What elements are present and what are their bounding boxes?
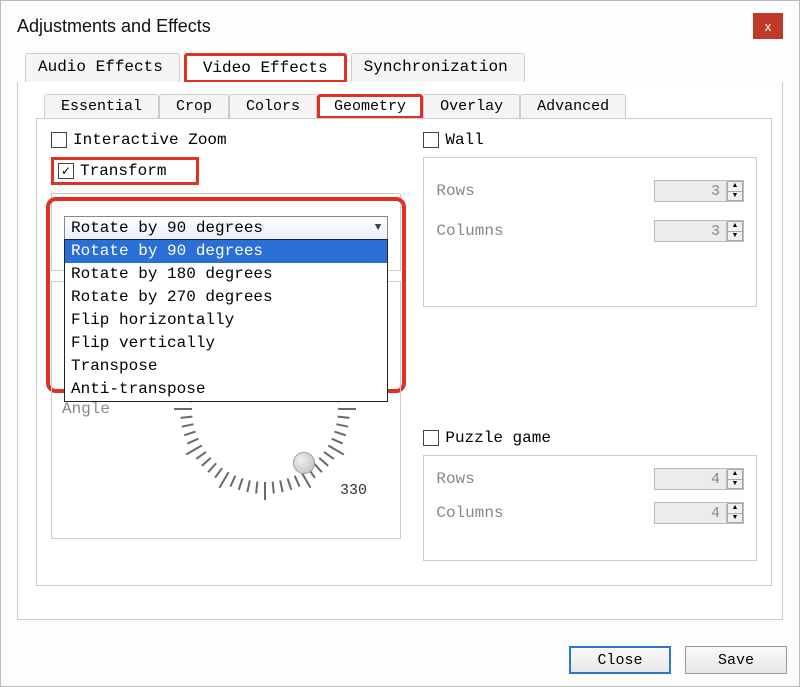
main-tabs: Audio Effects Video Effects Synchronizat… <box>25 53 783 83</box>
wall-cols-spinbox[interactable]: 3 ▲ ▼ <box>654 220 744 242</box>
wall-group: Rows 3 ▲ ▼ Columns <box>423 157 757 307</box>
wall-cols-value: 3 <box>655 222 727 241</box>
transform-option[interactable]: Rotate by 180 degrees <box>65 263 387 286</box>
dialog-header: Adjustments and Effects x <box>17 13 783 39</box>
angle-label: Angle <box>62 400 110 418</box>
geometry-left-column: Interactive Zoom Transform Rotate by 90 … <box>51 129 401 575</box>
wall-row: Wall <box>423 131 757 149</box>
close-button[interactable]: Close <box>569 646 671 674</box>
tab-synchronization[interactable]: Synchronization <box>351 53 525 83</box>
spin-up-icon[interactable]: ▲ <box>727 469 743 479</box>
transform-combo[interactable]: Rotate by 90 degrees ▼ Rotate by 90 degr… <box>64 216 388 240</box>
puzzle-section: Puzzle game Rows 4 ▲ ▼ <box>423 427 757 561</box>
puzzle-rows-spinbox[interactable]: 4 ▲ ▼ <box>654 468 744 490</box>
interactive-zoom-checkbox[interactable] <box>51 132 67 148</box>
geometry-right-column: Wall Rows 3 ▲ ▼ <box>423 129 757 575</box>
transform-option[interactable]: Flip horizontally <box>65 309 387 332</box>
puzzle-row: Puzzle game <box>423 429 757 447</box>
puzzle-cols-label: Columns <box>436 504 503 522</box>
transform-option[interactable]: Rotate by 90 degrees <box>65 240 387 263</box>
transform-option[interactable]: Flip vertically <box>65 332 387 355</box>
wall-checkbox[interactable] <box>423 132 439 148</box>
angle-dial-knob[interactable] <box>293 452 315 474</box>
transform-option[interactable]: Transpose <box>65 355 387 378</box>
puzzle-cols-value: 4 <box>655 504 727 523</box>
transform-combo-list: Rotate by 90 degrees Rotate by 180 degre… <box>64 239 388 402</box>
wall-label: Wall <box>445 131 483 149</box>
spacer <box>423 321 757 413</box>
wall-section: Wall Rows 3 ▲ ▼ <box>423 129 757 307</box>
tab-geometry[interactable]: Geometry <box>317 94 423 119</box>
angle-dial-value: 330 <box>340 482 367 499</box>
wall-cols-row: Columns 3 ▲ ▼ <box>436 220 744 242</box>
puzzle-rows-label: Rows <box>436 470 474 488</box>
wall-rows-label: Rows <box>436 182 474 200</box>
transform-combo-value: Rotate by 90 degrees <box>71 219 263 237</box>
puzzle-rows-row: Rows 4 ▲ ▼ <box>436 468 744 490</box>
chevron-down-icon: ▼ <box>375 222 382 234</box>
dialog-footer: Close Save <box>569 646 787 674</box>
puzzle-cols-spinbox[interactable]: 4 ▲ ▼ <box>654 502 744 524</box>
tab-video-effects[interactable]: Video Effects <box>184 53 347 83</box>
wall-cols-label: Columns <box>436 222 503 240</box>
save-button[interactable]: Save <box>685 646 787 674</box>
puzzle-cols-row: Columns 4 ▲ ▼ <box>436 502 744 524</box>
wall-rows-spinbox[interactable]: 3 ▲ ▼ <box>654 180 744 202</box>
spin-up-icon[interactable]: ▲ <box>727 221 743 231</box>
video-effects-pane: Essential Crop Colors Geometry Overlay A… <box>17 82 783 620</box>
wall-rows-row: Rows 3 ▲ ▼ <box>436 180 744 202</box>
close-icon[interactable]: x <box>753 13 783 39</box>
puzzle-rows-value: 4 <box>655 470 727 489</box>
puzzle-group: Rows 4 ▲ ▼ Columns <box>423 455 757 561</box>
tab-audio-effects[interactable]: Audio Effects <box>25 53 180 83</box>
interactive-zoom-label: Interactive Zoom <box>73 131 227 149</box>
transform-group: Rotate by 90 degrees ▼ Rotate by 90 degr… <box>51 193 401 271</box>
interactive-zoom-row: Interactive Zoom <box>51 131 401 149</box>
puzzle-label: Puzzle game <box>445 429 551 447</box>
transform-label: Transform <box>80 162 166 180</box>
tab-colors[interactable]: Colors <box>229 94 317 119</box>
geometry-pane: Interactive Zoom Transform Rotate by 90 … <box>36 118 772 586</box>
puzzle-checkbox[interactable] <box>423 430 439 446</box>
spin-up-icon[interactable]: ▲ <box>727 181 743 191</box>
adjustments-effects-dialog: Adjustments and Effects x Audio Effects … <box>0 0 800 687</box>
transform-checkbox[interactable] <box>58 163 74 179</box>
wall-rows-value: 3 <box>655 182 727 201</box>
spin-down-icon[interactable]: ▼ <box>727 479 743 489</box>
spin-down-icon[interactable]: ▼ <box>727 231 743 241</box>
tab-crop[interactable]: Crop <box>159 94 229 119</box>
spin-up-icon[interactable]: ▲ <box>727 503 743 513</box>
spin-down-icon[interactable]: ▼ <box>727 513 743 523</box>
video-subtabs: Essential Crop Colors Geometry Overlay A… <box>44 94 772 119</box>
tab-advanced[interactable]: Advanced <box>520 94 626 119</box>
tab-essential[interactable]: Essential <box>44 94 159 119</box>
transform-option[interactable]: Rotate by 270 degrees <box>65 286 387 309</box>
transform-row: Transform <box>51 157 199 185</box>
spin-down-icon[interactable]: ▼ <box>727 191 743 201</box>
tab-overlay[interactable]: Overlay <box>423 94 520 119</box>
dialog-title: Adjustments and Effects <box>17 16 211 37</box>
transform-option[interactable]: Anti-transpose <box>65 378 387 401</box>
